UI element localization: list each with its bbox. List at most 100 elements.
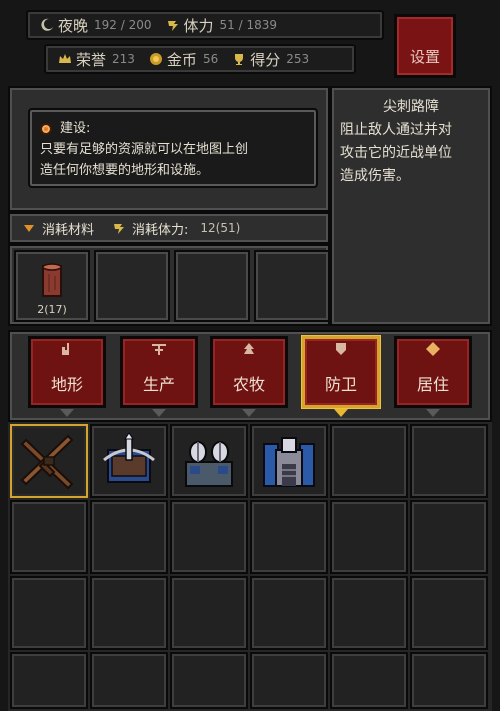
settings-label: 设置: [409, 48, 440, 66]
building-slot-empty[interactable]: [10, 576, 88, 650]
tab-production[interactable]: 生产: [120, 336, 198, 417]
gold-value: 56: [202, 52, 219, 66]
building-slot-empty[interactable]: [10, 652, 88, 709]
material-count: 2(17): [37, 303, 67, 316]
building-slot-empty[interactable]: [90, 500, 168, 574]
stamina-cost: 消耗体力: 12(51): [112, 219, 240, 238]
building-slot-tesla-tower[interactable]: [170, 424, 248, 498]
settings-button[interactable]: 设置: [394, 14, 456, 78]
score-counter: 得分 253: [232, 49, 309, 70]
building-slot-empty[interactable]: [250, 500, 328, 574]
building-slot-empty[interactable]: [170, 576, 248, 650]
chevron-down-icon: [242, 409, 256, 417]
arrow-down-icon: [24, 224, 34, 232]
building-name: 尖刺路障: [383, 99, 439, 115]
description-panel: 尖刺路障 阻止敌人通过并对 攻击它的近战单位 造成伤害。: [330, 86, 492, 326]
gold-label: 金币: [166, 50, 197, 69]
tab-terrain-label: 地形: [50, 375, 83, 394]
cost-bar: 消耗材料 消耗体力: 12(51): [8, 212, 330, 244]
building-slot-empty[interactable]: [410, 652, 488, 709]
materials-cost-label: 消耗材料: [42, 222, 95, 238]
tab-housing-label: 居住: [416, 375, 449, 394]
tab-defense-label: 防卫: [324, 375, 357, 394]
building-slot-empty[interactable]: [10, 500, 88, 574]
building-slot-empty[interactable]: [410, 576, 488, 650]
stamina-icon: [167, 21, 178, 31]
building-slot-empty[interactable]: [410, 500, 488, 574]
wood-log-icon: [42, 263, 62, 297]
chevron-down-icon: [60, 409, 74, 417]
spike-barricade-icon: [20, 434, 74, 490]
stamina-counter: 体力 51 / 1839: [166, 15, 277, 36]
material-slot-empty: [174, 250, 250, 322]
building-slot-empty[interactable]: [330, 500, 408, 574]
building-slot-empty[interactable]: [90, 576, 168, 650]
tab-farming-label: 农牧: [232, 375, 265, 394]
trophy-icon: [235, 54, 244, 65]
material-slot: 2(17): [14, 250, 90, 322]
stamina-label: 体力: [183, 16, 214, 35]
building-grid: [8, 422, 492, 711]
building-slot-spike-barricade[interactable]: [10, 424, 88, 498]
building-slot-empty[interactable]: [250, 652, 328, 709]
honor-counter: 荣誉 213: [58, 49, 135, 70]
building-slot-empty[interactable]: [330, 576, 408, 650]
hint-title: 建设:: [60, 121, 91, 136]
coin-icon: [149, 53, 162, 65]
building-slot-blue-fortress[interactable]: [250, 424, 328, 498]
building-slot-ballista[interactable]: [90, 424, 168, 498]
crown-icon: [59, 54, 71, 63]
terrain-icon: [62, 343, 69, 355]
production-icon: [152, 344, 166, 355]
honor-value: 213: [112, 52, 135, 66]
tesla-tower-icon: [185, 441, 233, 487]
info-panel: 建设: 只要有足够的资源就可以在地图上创 造任何你想要的地形和设施。: [8, 86, 330, 212]
building-slot-empty[interactable]: [330, 424, 408, 498]
farming-icon: [244, 343, 254, 354]
description-line-1: 阻止敌人通过并对: [340, 122, 452, 138]
stamina-cost-value: 12(51): [200, 221, 241, 235]
building-slot-empty[interactable]: [170, 652, 248, 709]
night-value: 192 / 200: [94, 18, 152, 32]
tab-terrain[interactable]: 地形: [28, 336, 106, 417]
stamina-value: 51 / 1839: [219, 18, 277, 32]
gold-counter: 金币 56: [149, 49, 218, 70]
tab-defense[interactable]: 防卫: [302, 336, 380, 417]
material-slot-empty: [254, 250, 330, 322]
honor-label: 荣誉: [76, 50, 107, 69]
hud-stats-bar: 荣誉 213 金币 56 得分 253: [44, 44, 356, 74]
night-counter: 夜晚 192 / 200: [40, 15, 152, 36]
chevron-down-icon: [426, 409, 440, 417]
hint-header: 建设:: [40, 118, 306, 139]
score-value: 253: [286, 52, 310, 66]
building-slot-empty[interactable]: [410, 424, 488, 498]
hint-line-2: 造任何你想要的地形和设施。: [40, 163, 210, 178]
materials-cost: 消耗材料: [24, 219, 94, 238]
description-line-3: 造成伤害。: [340, 168, 410, 184]
building-slot-empty[interactable]: [170, 500, 248, 574]
defense-icon: [336, 343, 346, 355]
stamina-icon: [114, 224, 125, 234]
ballista-icon: [103, 432, 155, 483]
tab-farming[interactable]: 农牧: [210, 336, 288, 417]
material-slot-empty: [94, 250, 170, 322]
hint-box: 建设: 只要有足够的资源就可以在地图上创 造任何你想要的地形和设施。: [28, 108, 318, 188]
description-line-2: 攻击它的近战单位: [340, 145, 452, 161]
materials-panel: 2(17): [8, 244, 330, 326]
building-slot-empty[interactable]: [90, 652, 168, 709]
chevron-down-icon: [334, 409, 348, 417]
building-slot-empty[interactable]: [250, 576, 328, 650]
score-label: 得分: [250, 50, 281, 69]
hint-bullet-icon: [40, 122, 52, 135]
chevron-down-icon: [152, 409, 166, 417]
stamina-cost-label: 消耗体力:: [132, 222, 189, 238]
tab-housing[interactable]: 居住: [394, 336, 472, 417]
hint-line-1: 只要有足够的资源就可以在地图上创: [40, 142, 249, 157]
hud-top-bar: 夜晚 192 / 200 体力 51 / 1839: [26, 10, 384, 40]
night-label: 夜晚: [58, 16, 89, 35]
housing-icon: [426, 342, 440, 356]
blue-fortress-icon: [263, 437, 315, 487]
tab-production-label: 生产: [142, 375, 175, 394]
building-slot-empty[interactable]: [330, 652, 408, 709]
category-bar: 地形 生产 农牧 防卫 居住: [8, 330, 492, 422]
